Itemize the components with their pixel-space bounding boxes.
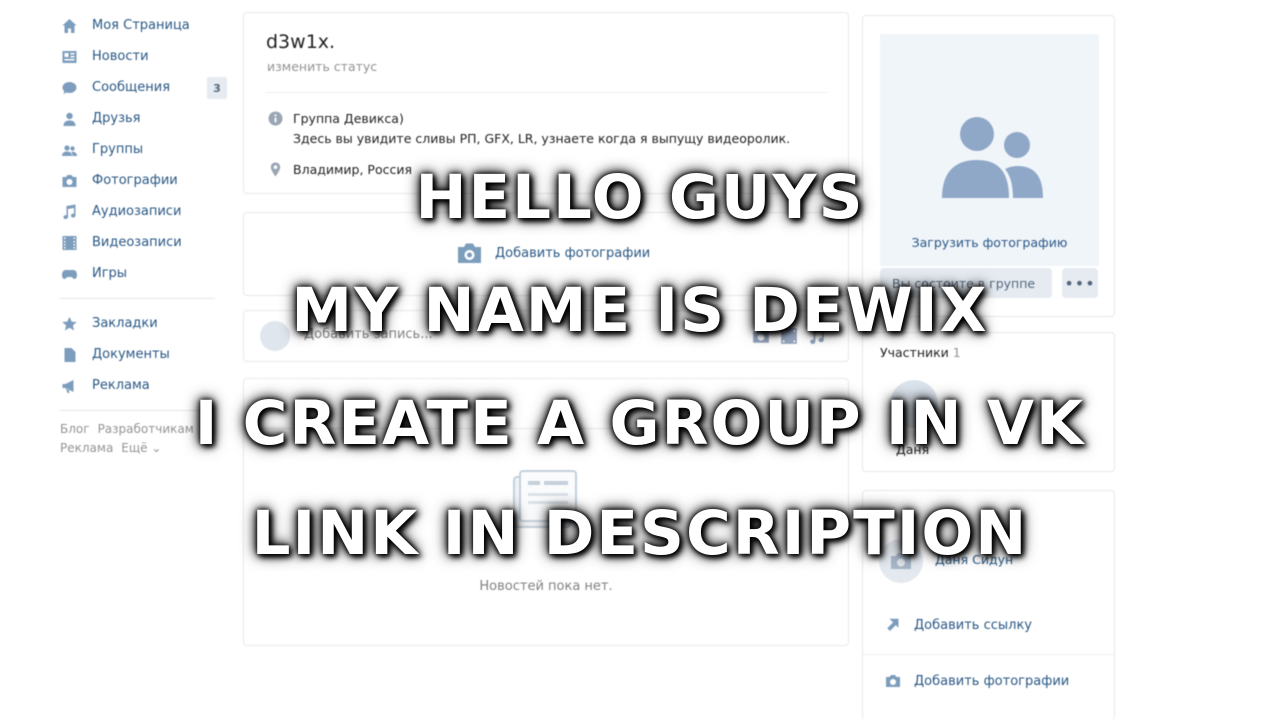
nav-item-my-page[interactable]: Моя Страница bbox=[60, 10, 230, 41]
location-text[interactable]: Владимир, Россия bbox=[293, 160, 412, 180]
video-icon bbox=[60, 235, 78, 251]
location-row: Владимир, Россия bbox=[268, 160, 412, 183]
profile-card: d3w1x. изменить статус Группа Девикса) З… bbox=[243, 12, 849, 194]
members-title: Участники bbox=[880, 345, 949, 360]
news-icon bbox=[60, 49, 78, 65]
feed-tabs bbox=[244, 379, 848, 429]
location-pin-icon bbox=[268, 162, 284, 183]
footer-link-ads[interactable]: Реклама bbox=[60, 441, 113, 455]
profile-divider bbox=[266, 92, 828, 93]
games-icon bbox=[60, 266, 78, 282]
add-photos-label: Добавить фотографии bbox=[495, 245, 651, 261]
upload-photo-label: Загрузить фотографию bbox=[911, 235, 1068, 250]
description-text: Здесь вы увидите сливы РП, GFX, LR, узна… bbox=[293, 131, 791, 146]
documents-icon bbox=[60, 347, 78, 363]
bookmarks-icon bbox=[60, 316, 78, 332]
add-photos-card: Добавить фотографии bbox=[243, 212, 849, 296]
add-link-label: Добавить ссылку bbox=[914, 617, 1032, 633]
nav-item-ads[interactable]: Реклама bbox=[60, 370, 230, 401]
camera-icon bbox=[891, 553, 911, 569]
links-divider bbox=[863, 654, 1114, 655]
nav-label: Документы bbox=[92, 347, 170, 362]
nav-item-friends[interactable]: Друзья bbox=[60, 103, 230, 134]
nav-label: Друзья bbox=[92, 111, 141, 126]
attach-video-icon[interactable] bbox=[780, 327, 798, 345]
members-header[interactable]: Участники 1 bbox=[880, 345, 961, 360]
footer-link-more[interactable]: Ещё ⌄ bbox=[121, 441, 161, 455]
footer-link-developers[interactable]: Разработчикам bbox=[98, 422, 194, 436]
nav-label: Игры bbox=[92, 266, 128, 281]
messages-icon bbox=[60, 80, 78, 96]
composer-tools bbox=[752, 327, 826, 345]
more-actions-button[interactable]: ••• bbox=[1062, 268, 1098, 298]
nav-label: Сообщения bbox=[92, 80, 171, 95]
description-row: Группа Девикса) Здесь вы увидите сливы Р… bbox=[268, 109, 790, 149]
friends-icon bbox=[60, 111, 78, 127]
nav-divider bbox=[60, 410, 215, 411]
nav-label: Новости bbox=[92, 49, 149, 64]
nav-label: Реклама bbox=[92, 378, 150, 393]
wall-feed: Новостей пока нет. bbox=[243, 378, 849, 646]
links-card: Даня Сидун Добавить ссылку Добавить фото… bbox=[862, 490, 1115, 720]
audio-icon bbox=[60, 204, 78, 220]
nav-label: Фотографии bbox=[92, 173, 178, 188]
attach-audio-icon[interactable] bbox=[808, 327, 826, 345]
members-card: Участники 1 Даня bbox=[862, 332, 1115, 472]
nav-item-news[interactable]: Новости bbox=[60, 41, 230, 72]
empty-feed-text: Новостей пока нет. bbox=[479, 579, 613, 594]
ads-icon bbox=[60, 378, 78, 394]
page-title: d3w1x. bbox=[266, 31, 336, 53]
nav-label: Аудиозаписи bbox=[92, 204, 182, 219]
description-title: Группа Девикса) bbox=[293, 111, 404, 126]
nav-divider bbox=[60, 298, 215, 299]
nav-label: Моя Страница bbox=[92, 18, 190, 33]
empty-feed-icon bbox=[513, 470, 577, 528]
members-count: 1 bbox=[952, 345, 961, 360]
footer-link-blog[interactable]: Блог bbox=[60, 422, 90, 436]
left-nav: Моя Страница Новости Сообщения 3 Друзья … bbox=[60, 10, 230, 458]
upload-photo-area[interactable]: Загрузить фотографию bbox=[880, 34, 1099, 266]
nav-footer: Блог Разработчикам Реклама Ещё ⌄ bbox=[60, 420, 230, 458]
contact-avatar[interactable] bbox=[879, 539, 923, 583]
membership-button[interactable]: Вы состоите в группе bbox=[880, 268, 1052, 298]
nav-label: Видеозаписи bbox=[92, 235, 182, 250]
contact-name[interactable]: Даня Сидун bbox=[935, 552, 1013, 567]
people-placeholder-icon bbox=[942, 117, 1043, 198]
camera-icon bbox=[886, 675, 900, 687]
nav-item-groups[interactable]: Группы bbox=[60, 134, 230, 165]
nav-item-video[interactable]: Видеозаписи bbox=[60, 227, 230, 258]
groups-icon bbox=[60, 142, 78, 158]
add-photos-link-label: Добавить фотографии bbox=[914, 673, 1070, 689]
edit-status-link[interactable]: изменить статус bbox=[267, 59, 377, 74]
nav-item-audio[interactable]: Аудиозаписи bbox=[60, 196, 230, 227]
camera-icon bbox=[458, 243, 481, 263]
home-icon bbox=[60, 18, 78, 34]
info-icon bbox=[268, 111, 284, 132]
nav-label: Закладки bbox=[92, 316, 158, 331]
nav-item-bookmarks[interactable]: Закладки bbox=[60, 308, 230, 339]
post-input[interactable]: Добавить запись... bbox=[304, 327, 433, 342]
attach-photo-icon[interactable] bbox=[752, 327, 770, 345]
add-photos-link-button[interactable]: Добавить фотографии bbox=[884, 673, 1069, 689]
nav-item-games[interactable]: Игры bbox=[60, 258, 230, 289]
nav-item-photos[interactable]: Фотографии bbox=[60, 165, 230, 196]
add-photos-button[interactable]: Добавить фотографии bbox=[456, 242, 650, 264]
post-composer: Добавить запись... bbox=[243, 310, 849, 362]
nav-item-documents[interactable]: Документы bbox=[60, 339, 230, 370]
vk-page: Моя Страница Новости Сообщения 3 Друзья … bbox=[0, 0, 1280, 720]
link-arrow-icon bbox=[887, 618, 899, 631]
unread-badge: 3 bbox=[207, 77, 227, 99]
member-avatar[interactable] bbox=[890, 380, 938, 428]
nav-label: Группы bbox=[92, 142, 144, 157]
add-link-button[interactable]: Добавить ссылку bbox=[884, 617, 1032, 633]
photos-icon bbox=[60, 173, 78, 189]
group-photo-card: Загрузить фотографию Вы состоите в групп… bbox=[862, 15, 1115, 317]
member-name[interactable]: Даня bbox=[896, 442, 929, 457]
avatar bbox=[260, 321, 290, 351]
nav-item-messages[interactable]: Сообщения 3 bbox=[60, 72, 230, 103]
